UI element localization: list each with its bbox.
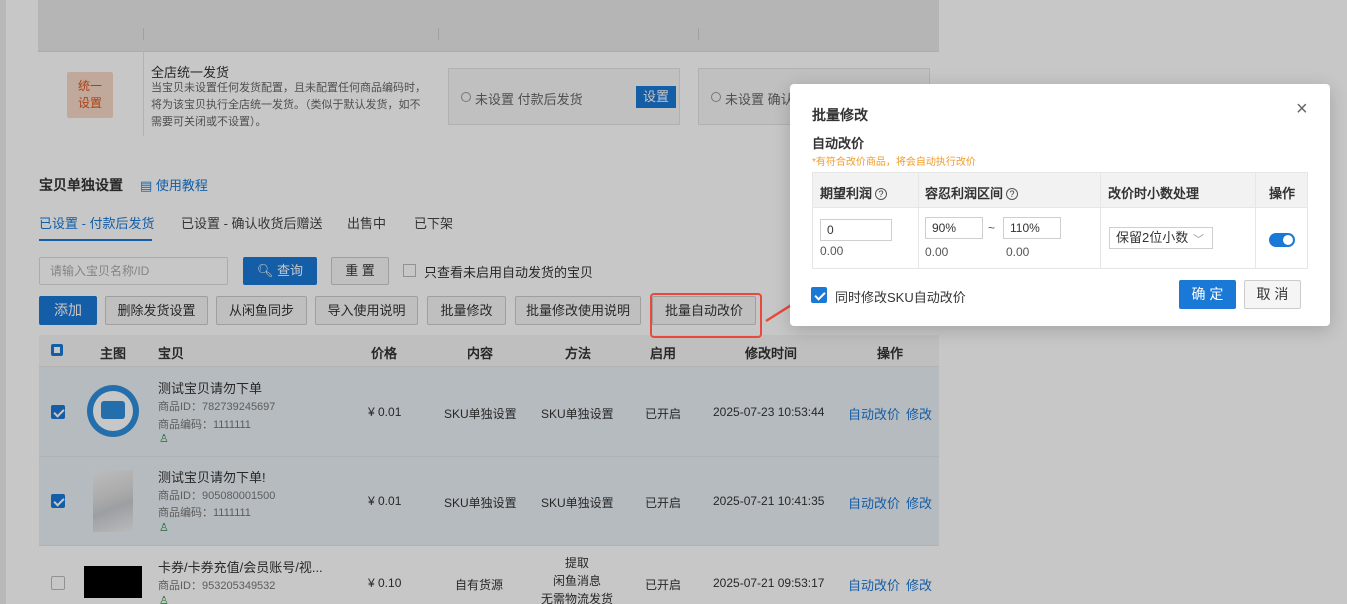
range-separator: ~ xyxy=(988,221,996,235)
decimal-select[interactable]: 保留2位小数 ﹀ xyxy=(1109,227,1213,249)
header-decimal: 改价时小数处理 xyxy=(1108,186,1200,201)
modal-hint: *有符合改价商品，将会自动执行改价 xyxy=(812,157,976,168)
highlight-box xyxy=(650,293,762,338)
header-profit-range: 容忍利润区间? xyxy=(925,183,1019,202)
range-low-input[interactable]: 90% xyxy=(925,217,983,239)
sku-label: 同时修改SKU自动改价 xyxy=(835,290,966,305)
expected-profit-value: 0.00 xyxy=(820,244,844,258)
price-rule-header: 期望利润? 容忍利润区间? 改价时小数处理 操作 xyxy=(813,173,1307,208)
close-icon[interactable]: × xyxy=(1296,99,1308,119)
chevron-down-icon: ﹀ xyxy=(1193,234,1204,246)
header-action: 操作 xyxy=(1269,186,1296,201)
cancel-button[interactable]: 取 消 xyxy=(1244,280,1301,309)
range-low-value: 0.00 xyxy=(925,245,949,259)
price-rule-table: 期望利润? 容忍利润区间? 改价时小数处理 操作 0 0.00 90% ~ 11… xyxy=(812,172,1308,269)
modal-subtitle: 自动改价 xyxy=(812,136,865,151)
sku-checkbox[interactable] xyxy=(811,287,827,303)
help-icon: ? xyxy=(875,188,888,200)
modal-title: 批量修改 xyxy=(812,107,868,123)
expected-profit-input[interactable]: 0 xyxy=(820,219,892,241)
range-high-input[interactable]: 110% xyxy=(1003,217,1061,239)
confirm-button[interactable]: 确 定 xyxy=(1179,280,1236,309)
batch-edit-modal: 批量修改 × 自动改价 *有符合改价商品，将会自动执行改价 期望利润? 容忍利润… xyxy=(790,84,1330,326)
enable-toggle[interactable] xyxy=(1269,233,1295,247)
range-high-value: 0.00 xyxy=(1006,245,1030,259)
header-expected-profit: 期望利润? xyxy=(820,183,888,202)
help-icon: ? xyxy=(1006,188,1019,200)
